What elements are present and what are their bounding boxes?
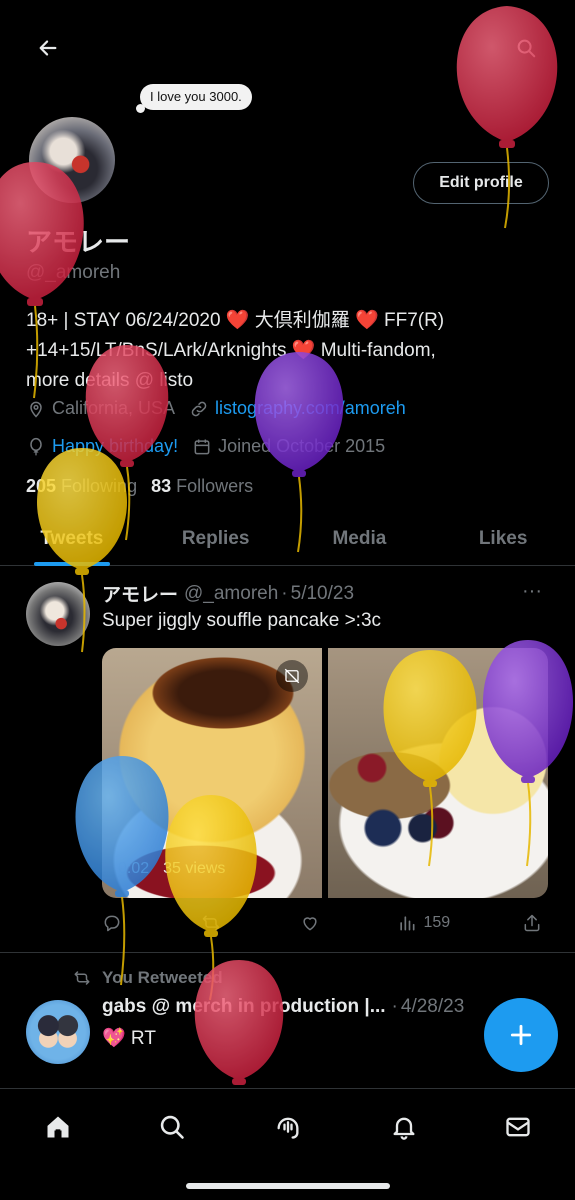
- followers-label: Followers: [176, 476, 254, 496]
- profile-website-link[interactable]: listography.com/amoreh: [215, 398, 406, 419]
- views-count: 159: [423, 914, 451, 931]
- no-autoplay-icon: [284, 668, 300, 684]
- tweet-author-name[interactable]: アモレー: [102, 580, 178, 607]
- tweet-media-photo[interactable]: [328, 648, 548, 898]
- bio-line: +14+15/LT/BnS/LArk/Arknights ❤️ Multi-fa…: [26, 340, 436, 361]
- nav-home[interactable]: [36, 1105, 80, 1149]
- tweet-more-button[interactable]: ···: [522, 580, 542, 603]
- tweet-header: gabs @ merch in production |... · 4/28/2…: [102, 996, 512, 1018]
- retweet-button[interactable]: [200, 913, 228, 933]
- following-link[interactable]: 205 Following: [26, 476, 137, 497]
- tweet-text: Super jiggly souffle pancake >:3c: [102, 610, 382, 631]
- tab-likes[interactable]: Likes: [431, 512, 575, 565]
- speech-bubble: I love you 3000.: [136, 84, 252, 113]
- profile-display-name: アモレー: [26, 227, 131, 257]
- nav-notifications[interactable]: [382, 1105, 426, 1149]
- tweet-date[interactable]: 5/10/23: [291, 583, 354, 605]
- tweet-author-name[interactable]: gabs @ merch in production |...: [102, 996, 386, 1018]
- nav-search[interactable]: [150, 1105, 194, 1149]
- tweet-actions: 159: [102, 908, 548, 938]
- followers-link[interactable]: 83 Followers: [151, 476, 253, 497]
- back-button[interactable]: [26, 26, 70, 70]
- tweet-header: アモレー @_amoreh · 5/10/23: [102, 580, 354, 607]
- profile-birthday[interactable]: Happy birthday!: [26, 436, 178, 457]
- search-button[interactable]: [504, 26, 548, 70]
- retweet-context-text: You Retweeted: [102, 968, 223, 987]
- reply-button[interactable]: [102, 913, 128, 933]
- like-button[interactable]: [300, 913, 326, 933]
- search-icon: [517, 39, 536, 58]
- location-pin-icon: [30, 401, 42, 418]
- calendar-icon: [194, 439, 210, 454]
- media-badge: [276, 660, 308, 692]
- home-indicator: [186, 1183, 390, 1189]
- profile-tabs: Tweets Replies Media Likes: [0, 512, 575, 566]
- tweet-divider: [0, 952, 575, 953]
- views-chart-icon: [400, 916, 415, 931]
- tab-replies[interactable]: Replies: [144, 512, 288, 565]
- home-icon: [47, 1116, 69, 1138]
- share-button[interactable]: [522, 913, 548, 933]
- retweet-icon: [202, 915, 220, 931]
- followers-count: 83: [151, 476, 172, 496]
- share-icon: [524, 914, 540, 932]
- search-icon: [160, 1115, 184, 1139]
- profile-joined: Joined October 2015: [192, 436, 385, 457]
- following-count: 205: [26, 476, 57, 496]
- video-stats: 0:02 35 views: [118, 860, 239, 878]
- arrow-left-icon: [39, 40, 57, 56]
- profile-location: California, USA: [26, 398, 175, 419]
- tweet-author-handle: @_amoreh: [184, 582, 279, 604]
- profile-avatar[interactable]: [26, 114, 118, 206]
- bio-line: more details @ listo: [26, 366, 546, 396]
- profile-location-text: California, USA: [52, 398, 176, 418]
- profile-bio: 18+ | STAY 06/24/2020 ❤️ 大倶利伽羅 ❤️ FF7(R)…: [26, 306, 546, 396]
- profile-website[interactable]: listography.com/amoreh: [189, 398, 406, 419]
- video-views: 35 views: [163, 860, 226, 877]
- profile-birthday-text[interactable]: Happy birthday!: [52, 436, 178, 457]
- tweet-avatar[interactable]: [26, 582, 90, 646]
- video-duration: 0:02: [118, 860, 150, 877]
- spaces-icon: [277, 1117, 299, 1139]
- profile-meta-row: California, USA listography.com/amoreh: [26, 398, 420, 419]
- profile-handle: @_amoreh: [26, 262, 121, 283]
- nav-spaces[interactable]: [266, 1105, 310, 1149]
- tweet-date[interactable]: 4/28/23: [401, 996, 464, 1018]
- notifications-icon: [393, 1117, 415, 1140]
- plus-icon: [510, 1024, 532, 1046]
- link-icon: [191, 401, 207, 416]
- retweet-context: You Retweeted: [72, 968, 223, 988]
- profile-joined-text: Joined October 2015: [218, 436, 386, 456]
- tab-tweets[interactable]: Tweets: [0, 512, 144, 565]
- balloon-icon: [30, 437, 42, 455]
- compose-tweet-button[interactable]: [484, 998, 558, 1072]
- tweet-separator: ·: [281, 582, 288, 604]
- messages-icon: [506, 1117, 530, 1137]
- nav-messages[interactable]: [496, 1105, 540, 1149]
- tweet-text: 💖 RT: [102, 1028, 156, 1049]
- tab-media[interactable]: Media: [288, 512, 432, 565]
- following-label: Following: [61, 476, 138, 496]
- follow-stats: 205 Following 83 Followers: [26, 476, 253, 497]
- bio-line: 18+ | STAY 06/24/2020 ❤️ 大倶利伽羅 ❤️ FF7(R): [26, 310, 445, 331]
- profile-meta-row-2: Happy birthday! Joined October 2015: [26, 436, 399, 457]
- bio-line-text: more details @ listo: [26, 370, 194, 391]
- views-button[interactable]: 159: [397, 913, 450, 933]
- reply-icon: [104, 915, 120, 932]
- heart-icon: [303, 917, 317, 931]
- tweet-separator: ·: [391, 996, 398, 1017]
- retweet-icon: [74, 971, 90, 985]
- tweet-avatar[interactable]: [26, 1000, 90, 1064]
- edit-profile-button[interactable]: Edit profile: [413, 162, 549, 204]
